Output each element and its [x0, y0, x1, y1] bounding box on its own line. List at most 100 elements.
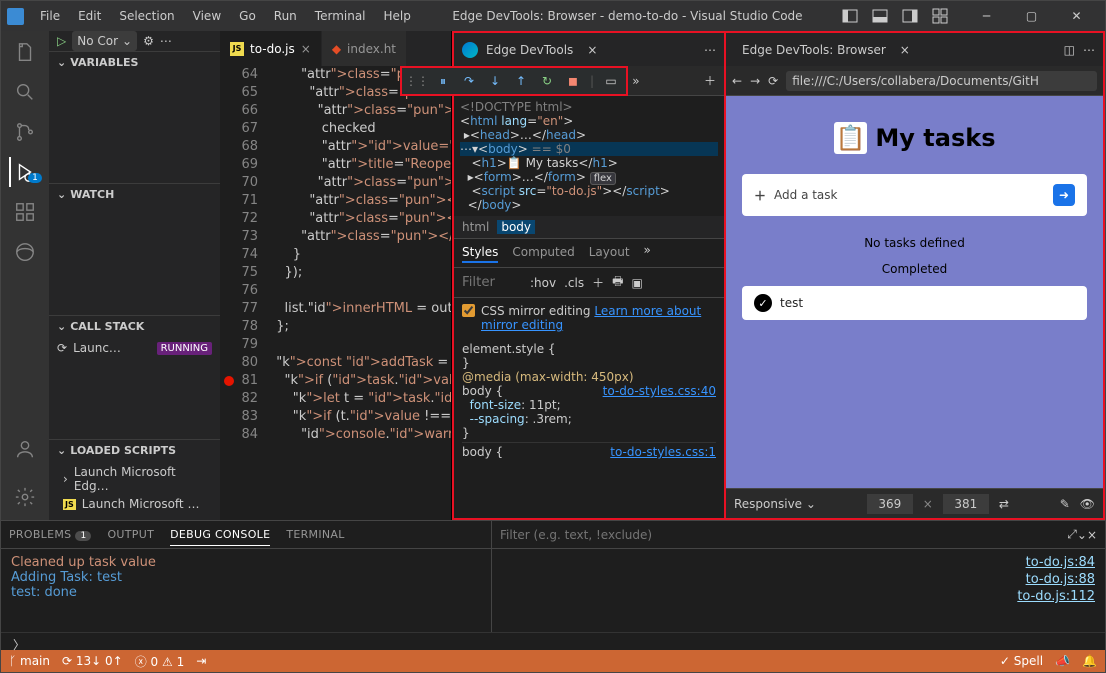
run-debug-icon[interactable]: 1	[9, 157, 39, 187]
port-icon[interactable]: ⇥	[196, 654, 206, 668]
minimize-button[interactable]: ─	[964, 1, 1009, 31]
sync-icon[interactable]: ⟳ 13↓ 0↑	[62, 654, 123, 668]
section-variables[interactable]: ⌄VARIABLES	[49, 52, 220, 73]
menu-selection[interactable]: Selection	[111, 5, 182, 27]
section-watch[interactable]: ⌄WATCH	[49, 184, 220, 205]
wand-icon[interactable]: ✎	[1060, 497, 1070, 511]
mirror-checkbox[interactable]	[462, 304, 475, 317]
step-out-icon[interactable]: ↑	[512, 72, 530, 90]
expand-icon[interactable]: ⤢	[1067, 527, 1077, 542]
eye-icon[interactable]: 👁	[1080, 497, 1095, 511]
menu-run[interactable]: Run	[266, 5, 305, 27]
source-control-icon[interactable]	[10, 117, 40, 147]
tab-layout[interactable]: Layout	[589, 243, 630, 263]
back-icon[interactable]: ←	[732, 74, 742, 88]
maximize-button[interactable]: ▢	[1009, 1, 1054, 31]
restart-icon[interactable]: ↻	[538, 72, 556, 90]
menu-view[interactable]: View	[185, 5, 229, 27]
debug-console-output[interactable]: Cleaned up task valueAdding Task: testte…	[1, 549, 491, 632]
tab-styles[interactable]: Styles	[462, 243, 498, 263]
debug-config-dropdown[interactable]: No Cor⌄	[72, 31, 137, 51]
print-icon[interactable]: 🖶	[612, 272, 623, 293]
styles-pane[interactable]: element.style { } @media (max-width: 450…	[454, 338, 724, 463]
step-into-icon[interactable]: ↓	[486, 72, 504, 90]
width-input[interactable]	[867, 494, 913, 514]
menu-terminal[interactable]: Terminal	[307, 5, 374, 27]
editor-tab-index[interactable]: ◆index.ht	[322, 31, 407, 66]
browser-viewport[interactable]: 📋My tasks ＋ Add a task ➜ No tasks define…	[726, 96, 1103, 488]
menu-edit[interactable]: Edit	[70, 5, 109, 27]
cls-toggle[interactable]: .cls	[564, 276, 584, 290]
menu-go[interactable]: Go	[231, 5, 264, 27]
layout-customize-icon[interactable]	[930, 6, 950, 26]
feedback-icon[interactable]: 📣	[1055, 654, 1070, 668]
chevron-down-icon[interactable]: ⌄	[1077, 528, 1087, 542]
new-rule-icon[interactable]: ＋	[592, 274, 604, 291]
hov-toggle[interactable]: :hov	[530, 276, 556, 290]
split-icon[interactable]: ◫	[1064, 43, 1075, 57]
section-callstack[interactable]: ⌄CALL STACK	[49, 316, 220, 337]
step-over-icon[interactable]: ↷	[460, 72, 478, 90]
close-button[interactable]: ✕	[1054, 1, 1099, 31]
address-bar[interactable]: file:///C:/Users/collabera/Documents/Git…	[786, 71, 1097, 91]
console-filter-input[interactable]	[500, 528, 1067, 542]
responsive-dropdown[interactable]: Responsive ⌄	[734, 497, 816, 511]
code-content[interactable]: "attr">class="pun"><"attr">class="tag">l…	[268, 66, 451, 444]
more-icon[interactable]: ⋯	[1083, 43, 1095, 57]
dom-tree[interactable]: <!DOCTYPE html> <html lang="en"> ▸<head>…	[454, 96, 724, 216]
edge-mgmt-icon[interactable]	[10, 237, 40, 267]
start-debugging-icon[interactable]: ▷	[57, 34, 66, 48]
stop-icon[interactable]: ◼	[564, 72, 582, 90]
callstack-item[interactable]: ⟳ Launc… RUNNING	[53, 339, 216, 357]
tab-output[interactable]: OUTPUT	[107, 524, 154, 545]
close-icon[interactable]: ×	[587, 43, 597, 57]
styles-filter-input[interactable]	[462, 275, 522, 290]
more-icon[interactable]: »	[644, 243, 651, 263]
close-icon[interactable]: ×	[900, 43, 910, 57]
tab-problems[interactable]: PROBLEMS1	[9, 524, 91, 545]
layout-left-icon[interactable]	[840, 6, 860, 26]
submit-icon[interactable]: ➜	[1053, 184, 1075, 206]
settings-icon[interactable]	[10, 482, 40, 512]
errors-status[interactable]: ⓧ 0 ⚠ 1	[135, 653, 185, 670]
add-task-input[interactable]: ＋ Add a task ➜	[742, 174, 1087, 216]
more-tabs-icon[interactable]: »	[632, 74, 639, 88]
horizontal-scrollbar[interactable]: 〉	[1, 632, 1105, 650]
forward-icon[interactable]: →	[750, 74, 760, 88]
add-tab-icon[interactable]: ＋	[704, 72, 716, 89]
breadcrumb[interactable]: html body	[454, 216, 724, 238]
bell-icon[interactable]: 🔔	[1082, 654, 1097, 668]
task-item[interactable]: ✓ test	[742, 286, 1087, 320]
menu-help[interactable]: Help	[376, 5, 419, 27]
editor-tab-todo[interactable]: JSto-do.js×	[220, 31, 322, 66]
close-icon[interactable]: ×	[1087, 528, 1097, 542]
source-link[interactable]: to-do.js:84	[1026, 555, 1095, 570]
tab-debug-console[interactable]: DEBUG CONSOLE	[170, 524, 270, 546]
breakpoint-icon[interactable]	[224, 376, 234, 386]
extensions-icon[interactable]	[10, 197, 40, 227]
pause-icon[interactable]: ⏸	[434, 72, 452, 90]
loaded-script[interactable]: JSLaunch Microsoft …	[53, 495, 216, 513]
check-icon[interactable]: ✓	[754, 294, 772, 312]
source-link[interactable]: to-do.js:88	[1026, 572, 1095, 587]
menu-file[interactable]: File	[32, 5, 68, 27]
spell-status[interactable]: ✓ Spell	[1000, 654, 1043, 668]
search-icon[interactable]	[10, 77, 40, 107]
close-icon[interactable]: ×	[301, 42, 311, 56]
reload-icon[interactable]: ⟳	[768, 74, 778, 88]
configure-icon[interactable]: ⚙	[143, 34, 154, 48]
box-icon[interactable]: ▣	[631, 276, 642, 290]
layout-right-icon[interactable]	[900, 6, 920, 26]
section-loaded[interactable]: ⌄LOADED SCRIPTS	[49, 440, 220, 461]
more-icon[interactable]: ⋯	[704, 43, 716, 57]
explorer-icon[interactable]	[10, 37, 40, 67]
height-input[interactable]	[943, 494, 989, 514]
source-link[interactable]: to-do.js:112	[1017, 589, 1095, 604]
account-icon[interactable]	[10, 434, 40, 464]
screencast-icon[interactable]: ▭	[602, 72, 620, 90]
loaded-script[interactable]: ›Launch Microsoft Edg…	[53, 463, 216, 495]
branch-icon[interactable]: ᚴ main	[9, 654, 50, 668]
drag-icon[interactable]: ⋮⋮	[408, 72, 426, 90]
more-icon[interactable]: ⋯	[160, 34, 172, 48]
tab-computed[interactable]: Computed	[512, 243, 574, 263]
